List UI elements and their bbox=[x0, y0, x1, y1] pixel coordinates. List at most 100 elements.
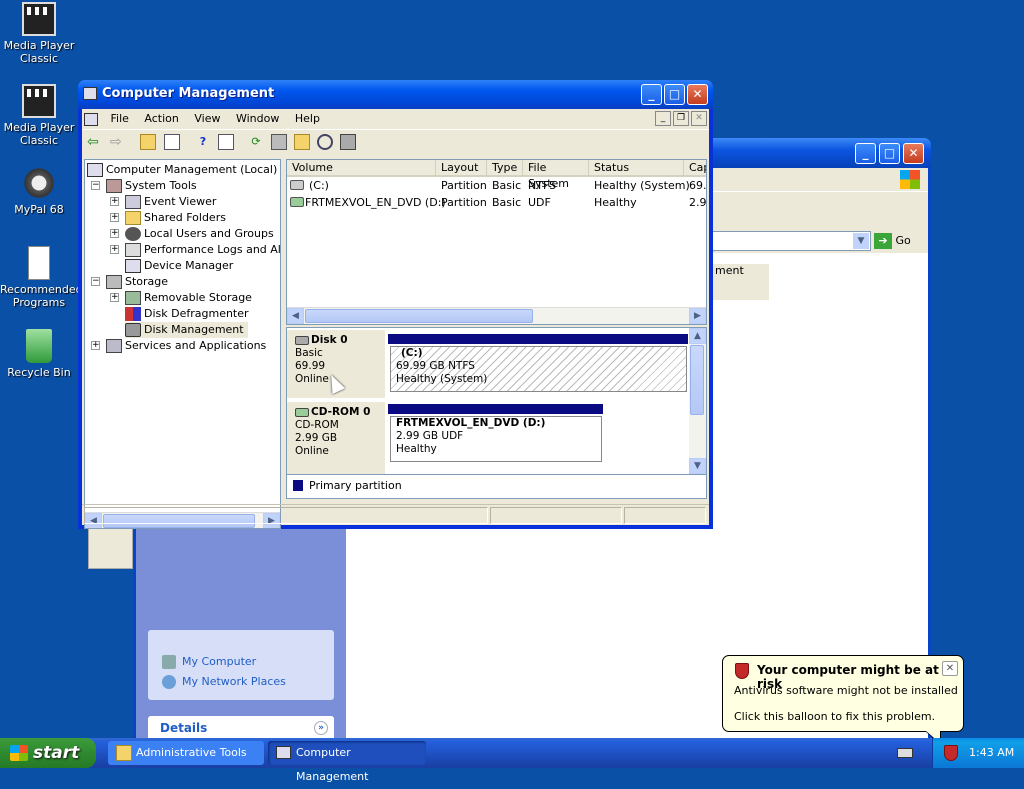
disk-properties-icon[interactable] bbox=[340, 134, 356, 150]
expand-toggle[interactable]: + bbox=[110, 197, 119, 206]
menu-action[interactable]: Action bbox=[138, 109, 184, 129]
expand-toggle[interactable]: + bbox=[91, 341, 100, 350]
start-button[interactable]: start bbox=[0, 738, 96, 768]
expand-toggle[interactable]: + bbox=[110, 245, 119, 254]
tree-item-computer-management[interactable]: Computer Management (Local) bbox=[87, 162, 277, 178]
scroll-thumb[interactable] bbox=[305, 309, 533, 323]
tree-item-shared-folders[interactable]: Shared Folders bbox=[125, 210, 226, 226]
tree-item-event-viewer[interactable]: Event Viewer bbox=[125, 194, 216, 210]
tree-item-disk-defragmenter[interactable]: Disk Defragmenter bbox=[125, 306, 249, 322]
expand-toggle[interactable]: + bbox=[110, 229, 119, 238]
expand-toggle[interactable]: + bbox=[110, 293, 119, 302]
document-icon bbox=[28, 246, 50, 280]
tree-item-disk-management[interactable]: Disk Management bbox=[125, 322, 248, 338]
clock[interactable]: 1:43 AM bbox=[969, 738, 1014, 768]
maximize-button[interactable]: □ bbox=[879, 143, 900, 164]
menu-view[interactable]: View bbox=[188, 109, 226, 129]
search-icon[interactable] bbox=[317, 134, 333, 150]
forward-arrow-icon[interactable]: ⇨ bbox=[110, 134, 126, 150]
refresh-icon[interactable]: ⟳ bbox=[248, 134, 264, 150]
scroll-right-button[interactable]: ▶ bbox=[689, 308, 706, 324]
system-tray: 1:43 AM bbox=[932, 738, 1024, 768]
menu-file[interactable]: File bbox=[105, 109, 135, 129]
security-shield-icon bbox=[735, 663, 749, 679]
desktop-icon-recommended-programs[interactable]: Recommended Programs bbox=[0, 246, 83, 309]
menu-help[interactable]: Help bbox=[289, 109, 326, 129]
tree-item-services-applications[interactable]: Services and Applications bbox=[106, 338, 266, 354]
tree-item-removable-storage[interactable]: Removable Storage bbox=[125, 290, 252, 306]
column-header-status[interactable]: Status bbox=[589, 160, 684, 177]
taskbar-button-computer-management[interactable]: Computer Management bbox=[268, 741, 426, 783]
tree-item-device-manager[interactable]: Device Manager bbox=[125, 258, 233, 274]
vertical-scrollbar[interactable]: ▲ ▼ bbox=[689, 328, 706, 474]
close-icon[interactable]: ✕ bbox=[942, 661, 958, 676]
scroll-thumb[interactable] bbox=[690, 345, 704, 415]
my-network-places-link[interactable]: My Network Places bbox=[148, 672, 334, 692]
chevron-down-icon[interactable]: » bbox=[314, 721, 328, 735]
disk-graphical-view[interactable]: Disk 0 Basic 69.99 Online (C:) 69.99 GB … bbox=[286, 327, 707, 475]
desktop-icon-recycle-bin[interactable]: Recycle Bin bbox=[0, 329, 78, 379]
tree-item-local-users-groups[interactable]: Local Users and Groups bbox=[125, 226, 274, 242]
properties-icon[interactable] bbox=[218, 134, 234, 150]
dropdown-arrow-icon[interactable]: ▼ bbox=[853, 233, 869, 249]
keyboard-icon[interactable] bbox=[897, 748, 913, 758]
close-button[interactable]: ✕ bbox=[903, 143, 924, 164]
tree-item-storage[interactable]: Storage bbox=[106, 274, 168, 290]
details-header[interactable]: Details » bbox=[148, 716, 334, 740]
status-bar bbox=[82, 504, 709, 525]
cell-status: Healthy bbox=[594, 196, 637, 209]
taskbar-button-administrative-tools[interactable]: Administrative Tools bbox=[108, 741, 264, 765]
title-bar[interactable]: Computer Management _ □ ✕ bbox=[78, 80, 713, 109]
child-restore-button[interactable]: ❐ bbox=[673, 111, 689, 126]
help-icon[interactable]: ? bbox=[195, 134, 211, 150]
show-hide-tree-icon[interactable] bbox=[164, 134, 180, 150]
column-header-layout[interactable]: Layout bbox=[436, 160, 487, 177]
up-folder-icon[interactable] bbox=[140, 134, 156, 150]
collapse-toggle[interactable]: − bbox=[91, 181, 100, 190]
list-horizontal-scrollbar[interactable]: ◀ ▶ bbox=[287, 307, 706, 324]
scroll-down-button[interactable]: ▼ bbox=[689, 458, 706, 474]
legend-label: Primary partition bbox=[309, 479, 402, 492]
minimize-button[interactable]: _ bbox=[641, 84, 662, 105]
column-header-capacity[interactable]: Cap bbox=[684, 160, 706, 177]
desktop-icon-media-player-1[interactable]: Media Player Classic bbox=[0, 2, 78, 65]
cdrom-0-info[interactable]: CD-ROM 0 CD-ROM 2.99 GB Online bbox=[287, 402, 385, 474]
tree-item-system-tools[interactable]: System Tools bbox=[106, 178, 197, 194]
rescan-disks-icon[interactable] bbox=[271, 134, 287, 150]
desktop-icon-mypal[interactable]: MyPal 68 bbox=[0, 166, 78, 216]
windows-logo-icon bbox=[900, 170, 920, 189]
my-computer-link[interactable]: My Computer bbox=[148, 652, 334, 672]
close-button[interactable]: ✕ bbox=[687, 84, 708, 105]
maximize-button[interactable]: □ bbox=[664, 84, 685, 105]
disk-icon bbox=[295, 335, 309, 345]
volume-list[interactable]: Volume Layout Type File System Status Ca… bbox=[286, 159, 707, 325]
desktop-icon-media-player-2[interactable]: Media Player Classic bbox=[0, 84, 78, 147]
column-header-volume[interactable]: Volume bbox=[287, 160, 436, 177]
disk-state: Online bbox=[295, 445, 329, 457]
security-balloon[interactable]: Your computer might be at risk ✕ Antivir… bbox=[722, 655, 964, 745]
expand-toggle[interactable]: + bbox=[110, 213, 119, 222]
partition-c[interactable]: (C:) 69.99 GB NTFS Healthy (System) bbox=[390, 346, 687, 392]
minimize-button[interactable]: _ bbox=[855, 143, 876, 164]
column-header-file-system[interactable]: File System bbox=[523, 160, 589, 190]
child-close-button[interactable]: ✕ bbox=[691, 111, 707, 126]
partition-d[interactable]: FRTMEXVOL_EN_DVD (D:) 2.99 GB UDF Health… bbox=[390, 416, 602, 462]
go-button[interactable]: ➔ Go bbox=[874, 232, 924, 250]
disk-management-icon bbox=[125, 323, 141, 337]
collapse-toggle[interactable]: − bbox=[91, 277, 100, 286]
cell-volume: FRTMEXVOL_EN_DVD (D:) bbox=[305, 196, 446, 209]
open-folder-icon[interactable] bbox=[294, 134, 310, 150]
console-tree[interactable]: Computer Management (Local) − System Too… bbox=[84, 159, 281, 529]
security-alert-icon[interactable] bbox=[944, 745, 958, 761]
tree-item-performance-logs[interactable]: Performance Logs and Alerts bbox=[125, 242, 280, 258]
child-minimize-button[interactable]: _ bbox=[655, 111, 671, 126]
column-header-type[interactable]: Type bbox=[487, 160, 523, 177]
task-label: Computer Management bbox=[296, 746, 369, 783]
computer-management-window[interactable]: Computer Management _ □ ✕ File Action Vi… bbox=[78, 80, 713, 529]
partition-size: 69.99 GB NTFS bbox=[396, 360, 475, 372]
menu-window[interactable]: Window bbox=[230, 109, 285, 129]
back-arrow-icon[interactable]: ⇦ bbox=[87, 134, 103, 150]
scroll-left-button[interactable]: ◀ bbox=[287, 308, 304, 324]
cell-capacity: 2.99 bbox=[689, 196, 707, 209]
scroll-up-button[interactable]: ▲ bbox=[689, 328, 706, 344]
